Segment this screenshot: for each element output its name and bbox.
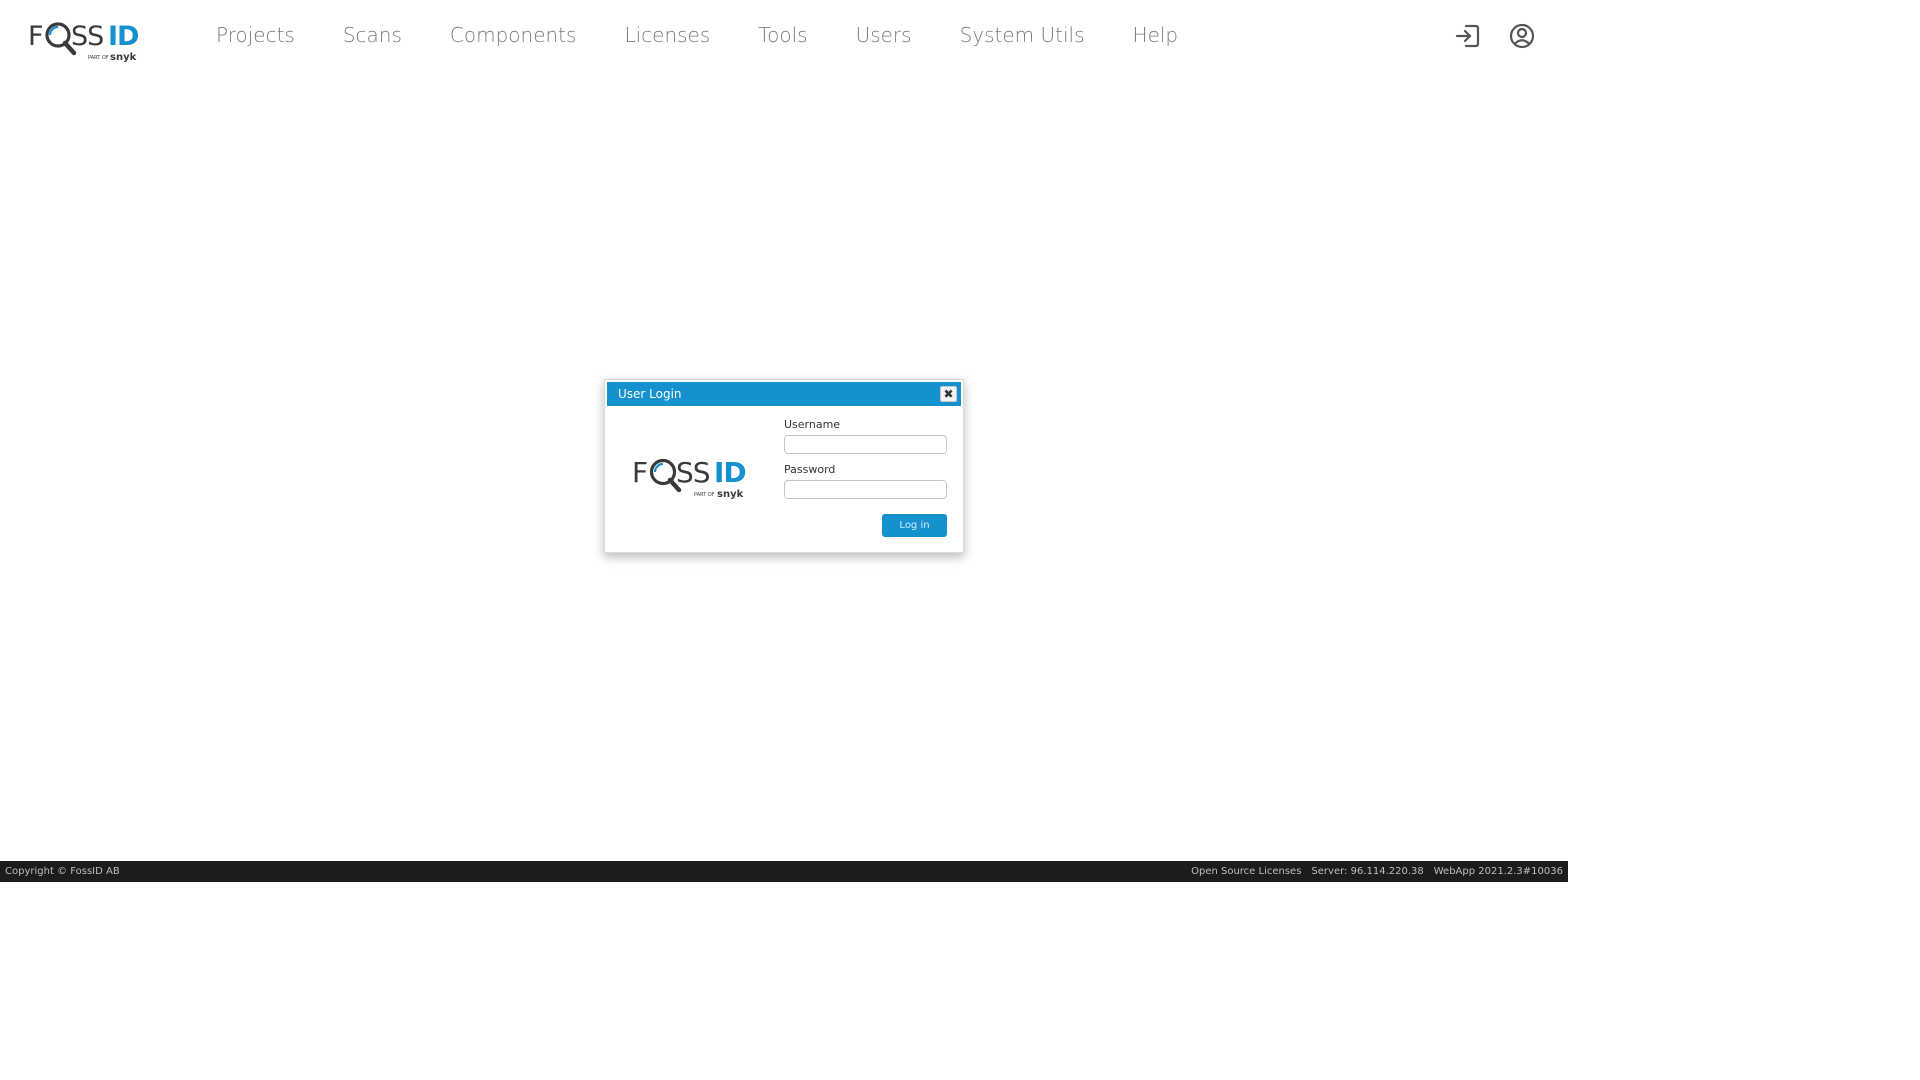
svg-text:ID: ID <box>108 21 138 52</box>
svg-text:SS: SS <box>71 21 103 52</box>
svg-text:PART OF: PART OF <box>88 55 109 61</box>
login-button[interactable]: Log in <box>882 514 947 537</box>
svg-text:snyk: snyk <box>110 52 137 63</box>
password-input[interactable] <box>784 480 947 499</box>
footer-info: Open Source Licenses Server: 96.114.220.… <box>1191 861 1563 882</box>
nav-projects[interactable]: Projects <box>192 23 319 47</box>
fossid-logo: F SS ID PART OF snyk <box>632 454 758 502</box>
webapp-version: WebApp 2021.2.3#10036 <box>1433 866 1563 877</box>
nav-scans[interactable]: Scans <box>319 23 426 47</box>
svg-text:SS: SS <box>676 456 710 489</box>
password-label: Password <box>784 463 836 476</box>
nav-users[interactable]: Users <box>832 23 936 47</box>
user-circle-icon[interactable] <box>1508 22 1536 50</box>
dialog-titlebar[interactable]: User Login ✖ <box>607 382 961 406</box>
dialog-title: User Login <box>618 387 682 401</box>
username-label: Username <box>784 418 841 431</box>
server-info: Server: 96.114.220.38 <box>1311 866 1424 877</box>
nav-tools[interactable]: Tools <box>734 23 831 47</box>
user-login-dialog: User Login ✖ F SS ID PART OF snyk Userna… <box>604 379 964 553</box>
svg-text:PART OF: PART OF <box>694 492 715 498</box>
svg-text:snyk: snyk <box>717 489 744 500</box>
main-navigation: Projects Scans Components Licenses Tools… <box>192 0 1202 70</box>
top-header: F SS ID PART OF snyk Projects Scans Comp… <box>0 0 1568 72</box>
open-source-licenses-link[interactable]: Open Source Licenses <box>1191 861 1301 882</box>
svg-text:F: F <box>28 21 43 52</box>
nav-components[interactable]: Components <box>426 23 601 47</box>
nav-help[interactable]: Help <box>1109 23 1203 47</box>
footer-bar: Copyright © FossID AB Open Source Licens… <box>0 861 1568 882</box>
username-input[interactable] <box>784 435 947 454</box>
copyright-text: Copyright © FossID AB <box>5 866 120 877</box>
svg-text:ID: ID <box>714 456 746 489</box>
fossid-logo[interactable]: F SS ID PART OF snyk <box>28 18 150 64</box>
login-icon[interactable] <box>1454 22 1482 50</box>
svg-text:F: F <box>632 456 647 489</box>
nav-system-utils[interactable]: System Utils <box>936 23 1109 47</box>
close-button[interactable]: ✖ <box>940 386 957 402</box>
nav-licenses[interactable]: Licenses <box>600 23 734 47</box>
